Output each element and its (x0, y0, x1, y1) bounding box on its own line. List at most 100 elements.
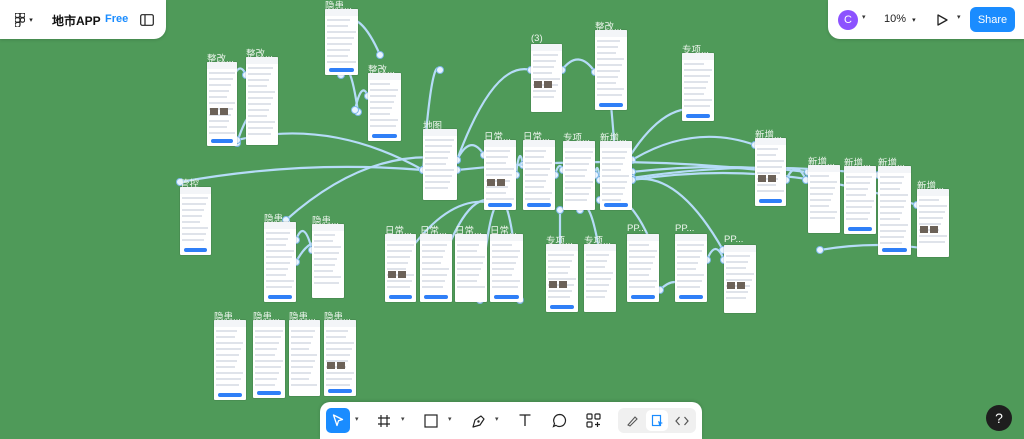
phone-frame[interactable] (546, 244, 578, 312)
content-line (314, 252, 339, 254)
phone-frame[interactable] (844, 166, 876, 234)
content-line (684, 87, 706, 89)
move-tool[interactable] (326, 408, 350, 433)
content-line (677, 244, 704, 246)
chevron-down-icon[interactable]: ▾ (495, 415, 499, 423)
content-line (880, 218, 900, 220)
phone-frame[interactable] (180, 187, 211, 255)
phone-frame[interactable] (253, 320, 285, 398)
prototype-connection[interactable] (561, 58, 596, 73)
design-mode-button[interactable] (646, 410, 668, 431)
file-title[interactable]: 地市APP (52, 12, 101, 29)
chevron-down-icon[interactable]: ▾ (448, 415, 452, 423)
draw-icon (626, 416, 638, 427)
prototype-connection[interactable] (179, 165, 424, 184)
content-line (880, 236, 904, 238)
text-tool[interactable] (515, 410, 535, 430)
content-line (810, 175, 829, 177)
frame-label[interactable]: PP... (675, 223, 694, 234)
phone-frame[interactable] (289, 320, 320, 396)
content-line (255, 336, 281, 338)
sidebar-toggle-button[interactable] (138, 11, 156, 29)
phone-frame[interactable] (584, 244, 616, 312)
zoom-control[interactable]: 10% ▾ (884, 13, 916, 25)
frame-label[interactable]: PP... (724, 234, 743, 245)
phone-frame[interactable] (627, 234, 659, 302)
phone-frame[interactable] (214, 320, 246, 400)
phone-frame[interactable] (325, 9, 358, 75)
help-button[interactable]: ? (986, 405, 1012, 431)
shape-tool[interactable] (421, 411, 441, 431)
content-line (846, 188, 868, 190)
content-line (422, 244, 447, 246)
chevron-down-icon[interactable]: ▾ (355, 415, 359, 423)
phone-frame[interactable] (724, 245, 756, 313)
phone-frame[interactable] (600, 141, 632, 210)
phone-frame[interactable] (682, 53, 714, 121)
content-line (586, 284, 609, 286)
connection-node[interactable] (816, 246, 824, 254)
content-line (525, 156, 544, 158)
frame-header (682, 53, 714, 60)
dev-mode-button[interactable] (671, 411, 693, 430)
phone-frame[interactable] (563, 141, 595, 210)
phone-frame[interactable] (312, 224, 344, 298)
content-line (387, 262, 408, 264)
frame-tool[interactable] (374, 411, 394, 431)
phone-frame[interactable] (455, 234, 487, 302)
actions-tool[interactable] (583, 410, 603, 430)
draw-mode-button[interactable] (621, 411, 643, 430)
phone-frame[interactable] (490, 234, 523, 302)
primary-button (603, 203, 629, 207)
phone-frame[interactable] (423, 129, 457, 200)
frame-label[interactable]: (3) (531, 33, 543, 44)
phone-frame[interactable] (264, 222, 296, 302)
phone-frame[interactable] (368, 73, 401, 141)
content-line (880, 188, 900, 190)
content-line (492, 256, 518, 258)
content-line (216, 372, 243, 374)
frame-header (180, 187, 211, 194)
phone-frame[interactable] (523, 140, 555, 210)
chevron-down-icon[interactable]: ▾ (957, 13, 961, 21)
content-line (846, 194, 866, 196)
phone-frame[interactable] (385, 234, 416, 302)
comment-tool[interactable] (549, 410, 569, 430)
comment-icon (551, 413, 566, 428)
connection-node[interactable] (351, 106, 359, 114)
prototype-connection[interactable] (631, 135, 756, 161)
avatar[interactable]: C (838, 10, 858, 30)
chevron-down-icon[interactable]: ▾ (401, 415, 405, 423)
phone-frame[interactable] (595, 30, 627, 110)
chevron-down-icon[interactable]: ▾ (862, 13, 866, 21)
phone-frame[interactable] (484, 140, 516, 210)
connection-node[interactable] (436, 66, 444, 74)
connection-node[interactable] (376, 51, 384, 59)
present-button[interactable] (932, 11, 952, 29)
phone-frame[interactable] (755, 138, 786, 206)
content-line (846, 182, 870, 184)
content-line (880, 200, 906, 202)
content-line (846, 212, 870, 214)
content-line (586, 290, 607, 292)
design-canvas[interactable]: 整改... 整改... 隐患... 整改... (3) 整改... 专项... 地图 日常...… (0, 0, 1024, 439)
content-line (880, 176, 904, 178)
content-line (586, 260, 607, 262)
phone-frame[interactable] (808, 165, 840, 233)
content-line (216, 336, 235, 338)
phone-frame[interactable] (207, 62, 237, 146)
frame-label[interactable]: PP... (627, 223, 646, 234)
share-button[interactable]: Share (970, 7, 1015, 32)
content-line (457, 280, 477, 282)
pen-tool[interactable] (468, 411, 488, 431)
phone-frame[interactable] (675, 234, 707, 302)
primary-button (388, 295, 413, 299)
phone-frame[interactable] (324, 320, 356, 396)
phone-frame[interactable] (878, 166, 911, 255)
phone-frame[interactable] (420, 234, 452, 302)
plan-badge[interactable]: Free (105, 13, 128, 25)
phone-frame[interactable] (531, 44, 562, 112)
figma-menu-button[interactable]: ▾ (10, 10, 38, 30)
phone-frame[interactable] (917, 189, 949, 257)
phone-frame[interactable] (246, 57, 278, 145)
